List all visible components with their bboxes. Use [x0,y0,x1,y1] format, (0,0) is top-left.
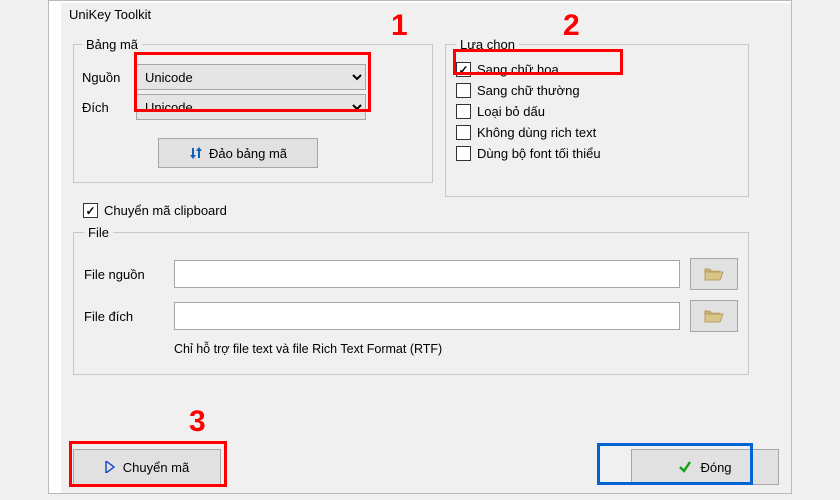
combo-dich[interactable]: Unicode [136,94,366,120]
play-icon [105,461,115,473]
combo-nguon[interactable]: Unicode [136,64,366,90]
folder-open-icon [704,266,724,282]
label-file-nguon: File nguồn [84,267,174,282]
checkbox-icon [456,62,471,77]
input-file-dich[interactable] [174,302,680,330]
button-chuyen-ma-label: Chuyển mã [123,460,189,475]
button-dong[interactable]: Đóng [631,449,779,485]
window-frame: UniKey Toolkit Bảng mã Nguồn Unicode Đíc… [48,0,792,494]
annotation-number-3: 3 [189,405,206,439]
window-title: UniKey Toolkit [69,7,151,22]
file-hint: Chỉ hỗ trợ file text và file Rich Text F… [174,342,738,356]
checkbox-icon [456,125,471,140]
group-file: File File nguồn File đích [73,225,749,375]
button-chuyen-ma[interactable]: Chuyển mã [73,449,221,485]
group-lua-chon: Lựa chọn Sang chữ hoa Sang chữ thường Lo… [445,37,749,197]
checkbox-label: Sang chữ thường [477,83,580,98]
checkbox-icon [456,146,471,161]
bottom-bar: Chuyển mã Đóng [73,449,779,485]
checkbox-dung-bo-font-toi-thieu[interactable]: Dùng bộ font tối thiểu [456,146,738,161]
checkbox-loai-bo-dau[interactable]: Loại bỏ dấu [456,104,738,119]
button-dao-label: Đảo bảng mã [209,146,287,161]
checkbox-chuyen-ma-clipboard[interactable]: Chuyển mã clipboard [83,203,227,218]
button-browse-nguon[interactable] [690,258,738,290]
button-dong-label: Đóng [700,460,731,475]
checkbox-label: Loại bỏ dấu [477,104,545,119]
input-file-nguon[interactable] [174,260,680,288]
checkbox-khong-dung-rich-text[interactable]: Không dùng rich text [456,125,738,140]
checkbox-label: Chuyển mã clipboard [104,203,227,218]
checkbox-label: Không dùng rich text [477,125,596,140]
checkbox-icon [83,203,98,218]
group-lua-chon-legend: Lựa chọn [456,37,519,52]
checkbox-icon [456,83,471,98]
checkbox-sang-chu-hoa[interactable]: Sang chữ hoa [456,62,738,77]
button-browse-dich[interactable] [690,300,738,332]
checkbox-icon [456,104,471,119]
label-nguon: Nguồn [82,70,136,85]
checkbox-label: Sang chữ hoa [477,62,559,77]
label-file-dich: File đích [84,309,174,324]
checkbox-sang-chu-thuong[interactable]: Sang chữ thường [456,83,738,98]
group-bang-ma-legend: Bảng mã [82,37,142,52]
folder-open-icon [704,308,724,324]
group-file-legend: File [84,225,113,240]
check-icon [678,460,692,474]
button-dao-bang-ma[interactable]: Đảo bảng mã [158,138,318,168]
label-dich: Đích [82,100,136,115]
client-area: UniKey Toolkit Bảng mã Nguồn Unicode Đíc… [61,3,791,493]
swap-icon [189,146,203,160]
checkbox-label: Dùng bộ font tối thiểu [477,146,601,161]
group-bang-ma: Bảng mã Nguồn Unicode Đích Unicode [73,37,433,183]
